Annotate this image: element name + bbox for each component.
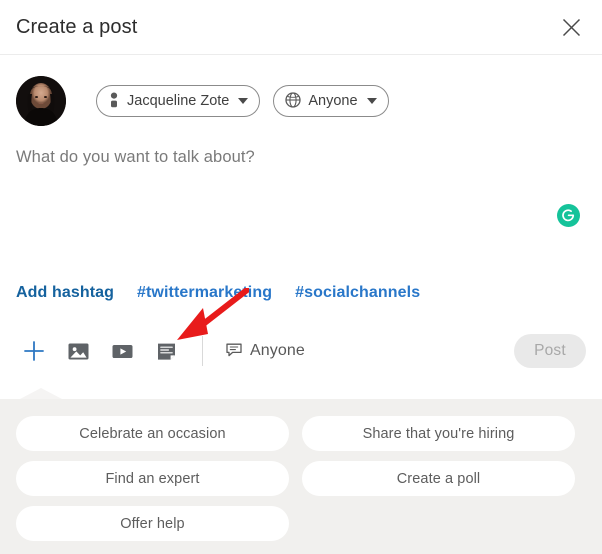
suggestions-grid: Celebrate an occasion Share that you're … (16, 416, 586, 541)
avatar[interactable] (16, 76, 66, 126)
globe-icon (285, 91, 302, 111)
suggestion-find-an-expert[interactable]: Find an expert (16, 461, 289, 496)
close-button[interactable] (552, 8, 590, 46)
plus-icon (22, 339, 46, 363)
comment-bubble-icon (225, 341, 243, 362)
comment-visibility-label: Anyone (250, 342, 305, 359)
post-toolbar: Anyone Post (0, 288, 602, 373)
add-document-button[interactable] (148, 333, 184, 369)
comment-visibility-selector[interactable]: Anyone (217, 335, 313, 367)
author-selector[interactable]: Jacqueline Zote (96, 85, 261, 117)
post-suggestions-panel: Celebrate an occasion Share that you're … (0, 388, 602, 554)
person-icon (108, 92, 120, 111)
create-post-dialog: Create a post Jacqueline Zote Anyone Wha… (0, 0, 602, 554)
page-title: Create a post (16, 16, 138, 38)
close-icon (561, 17, 582, 38)
suggestion-create-a-poll[interactable]: Create a poll (302, 461, 575, 496)
grammarly-icon[interactable] (556, 203, 581, 228)
hashtag-item[interactable]: #socialchannels (295, 284, 420, 302)
hashtag-item[interactable]: #twittermarketing (137, 284, 272, 302)
avatar-image (16, 76, 66, 126)
identity-row: Jacqueline Zote Anyone (0, 55, 602, 131)
post-editor[interactable]: What do you want to talk about? (0, 131, 602, 251)
add-hashtag-link[interactable]: Add hashtag (16, 284, 114, 302)
visibility-selector[interactable]: Anyone (273, 85, 389, 117)
add-image-button[interactable] (60, 333, 96, 369)
chevron-down-icon (238, 98, 249, 104)
post-placeholder: What do you want to talk about? (16, 148, 255, 166)
add-media-button[interactable] (16, 333, 52, 369)
video-icon (111, 340, 134, 363)
hashtag-row: Add hashtag #twittermarketing #socialcha… (0, 284, 602, 308)
suggestion-share-that-youre-hiring[interactable]: Share that you're hiring (302, 416, 575, 451)
add-video-button[interactable] (104, 333, 140, 369)
suggestion-celebrate-an-occasion[interactable]: Celebrate an occasion (16, 416, 289, 451)
dialog-header: Create a post (0, 0, 602, 55)
chevron-down-icon (366, 98, 377, 104)
document-icon (155, 340, 178, 363)
toolbar-divider (202, 336, 203, 366)
suggestion-offer-help[interactable]: Offer help (16, 506, 289, 541)
visibility-label: Anyone (308, 93, 358, 109)
panel-notch (20, 388, 62, 399)
author-name: Jacqueline Zote (127, 93, 230, 109)
image-icon (67, 340, 90, 363)
post-button[interactable]: Post (514, 334, 586, 368)
